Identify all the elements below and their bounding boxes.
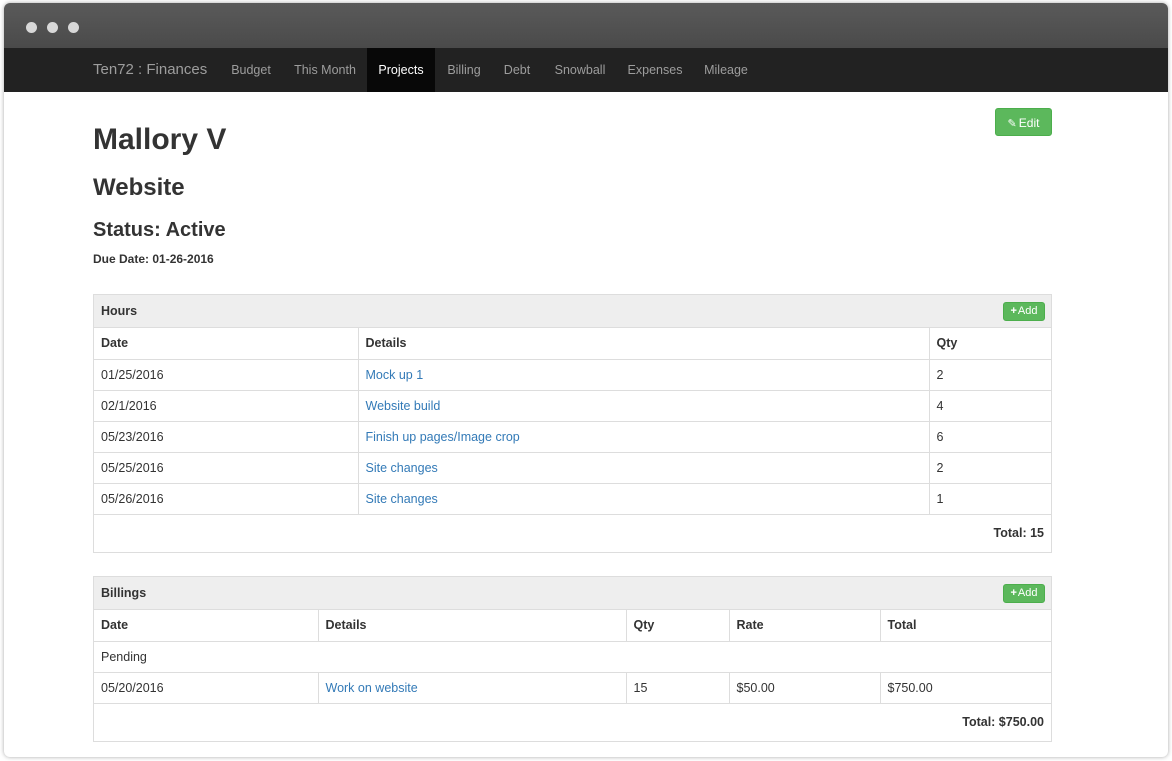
- hours-details-link[interactable]: Website build: [366, 399, 441, 413]
- hours-date-cell: 05/25/2016: [94, 451, 358, 483]
- add-billing-label: Add: [1017, 587, 1038, 599]
- window-titlebar: [4, 3, 1168, 48]
- billing-rate-cell: $50.00: [728, 671, 880, 703]
- hours-qty-cell: 4: [928, 389, 1051, 421]
- column-header-total: Total: [879, 610, 1051, 642]
- minimize-window-dot[interactable]: [47, 22, 58, 33]
- navbar-brand[interactable]: Ten72 : Finances: [93, 48, 207, 92]
- billing-total-cell: $750.00: [879, 671, 1051, 703]
- hours-details-cell: Site changes: [357, 451, 929, 483]
- hours-details-cell: Site changes: [357, 482, 929, 514]
- billing-details-link[interactable]: Work on website: [326, 681, 418, 695]
- column-header-qty: Qty: [625, 610, 729, 642]
- billing-group-label: Pending: [94, 640, 1051, 672]
- hours-date-cell: 05/23/2016: [94, 420, 358, 452]
- column-header-date: Date: [94, 328, 358, 360]
- nav-item-snowball[interactable]: Snowball: [544, 48, 616, 92]
- nav-item-debt[interactable]: Debt: [496, 48, 538, 92]
- top-navbar: Ten72 : Finances Budget This Month Proje…: [4, 48, 1168, 92]
- table-header-row: Date Details Qty Rate Total: [94, 610, 1051, 642]
- nav-item-this-month[interactable]: This Month: [284, 48, 366, 92]
- hours-qty-cell: 2: [928, 358, 1051, 390]
- column-header-qty: Qty: [928, 328, 1051, 360]
- hours-panel-title: Hours: [101, 304, 138, 318]
- table-row: 05/26/2016 Site changes 1: [94, 482, 1051, 514]
- hours-details-link[interactable]: Finish up pages/Image crop: [366, 430, 520, 444]
- hours-details-link[interactable]: Site changes: [366, 461, 438, 475]
- nav-item-expenses[interactable]: Expenses: [621, 48, 689, 92]
- hours-details-cell: Website build: [357, 389, 929, 421]
- add-billing-button[interactable]: +Add: [1003, 584, 1045, 603]
- add-hours-button[interactable]: +Add: [1003, 302, 1045, 321]
- billing-details-cell: Work on website: [317, 671, 626, 703]
- hours-date-cell: 02/1/2016: [94, 389, 358, 421]
- hours-panel: Hours +Add Date Details Qty 01/25/2016 M…: [93, 294, 1052, 553]
- column-header-details: Details: [317, 610, 626, 642]
- billings-table: Date Details Qty Rate Total Pending 05/2…: [94, 610, 1051, 741]
- plus-icon: +: [1010, 587, 1017, 599]
- client-name-heading: Mallory V: [93, 123, 227, 156]
- pencil-icon: ✎: [1007, 118, 1017, 130]
- table-row: 02/1/2016 Website build 4: [94, 389, 1051, 421]
- column-header-rate: Rate: [728, 610, 880, 642]
- project-status-heading: Status: Active: [93, 219, 226, 241]
- hours-table: Date Details Qty 01/25/2016 Mock up 1 2 …: [94, 328, 1051, 552]
- hours-date-cell: 01/25/2016: [94, 358, 358, 390]
- hours-qty-cell: 6: [928, 420, 1051, 452]
- table-header-row: Date Details Qty: [94, 328, 1051, 360]
- billings-total-row: Total: $750.00: [94, 702, 1051, 741]
- nav-item-projects[interactable]: Projects: [367, 48, 435, 92]
- project-name-heading: Website: [93, 174, 185, 201]
- table-row: 01/25/2016 Mock up 1 2: [94, 358, 1051, 390]
- plus-icon: +: [1010, 305, 1017, 317]
- due-date-label: Due Date: 01-26-2016: [93, 252, 214, 266]
- nav-item-budget[interactable]: Budget: [222, 48, 280, 92]
- column-header-details: Details: [357, 328, 929, 360]
- billings-panel-title: Billings: [101, 586, 147, 600]
- hours-date-cell: 05/26/2016: [94, 482, 358, 514]
- billing-qty-cell: 15: [625, 671, 729, 703]
- nav-item-mileage[interactable]: Mileage: [694, 48, 758, 92]
- column-header-date: Date: [94, 610, 318, 642]
- hours-qty-cell: 2: [928, 451, 1051, 483]
- table-row: 05/23/2016 Finish up pages/Image crop 6: [94, 420, 1051, 452]
- hours-details-cell: Mock up 1: [357, 358, 929, 390]
- hours-panel-heading: Hours +Add: [94, 295, 1051, 328]
- hours-details-link[interactable]: Site changes: [366, 492, 438, 506]
- close-window-dot[interactable]: [26, 22, 37, 33]
- hours-total-row: Total: 15: [94, 513, 1051, 552]
- nav-item-billing[interactable]: Billing: [437, 48, 491, 92]
- add-hours-label: Add: [1017, 305, 1038, 317]
- hours-total: Total: 15: [94, 513, 1051, 552]
- edit-button-label: Edit: [1018, 116, 1040, 130]
- hours-details-cell: Finish up pages/Image crop: [357, 420, 929, 452]
- maximize-window-dot[interactable]: [68, 22, 79, 33]
- hours-details-link[interactable]: Mock up 1: [366, 368, 424, 382]
- edit-button[interactable]: ✎ Edit: [995, 108, 1052, 136]
- hours-qty-cell: 1: [928, 482, 1051, 514]
- billings-total: Total: $750.00: [94, 702, 1051, 741]
- billing-group-row: Pending: [94, 640, 1051, 672]
- billings-panel: Billings +Add Date Details Qty Rate Tota…: [93, 576, 1052, 742]
- billing-date-cell: 05/20/2016: [94, 671, 318, 703]
- table-row: 05/20/2016 Work on website 15 $50.00 $75…: [94, 671, 1051, 703]
- table-row: 05/25/2016 Site changes 2: [94, 451, 1051, 483]
- browser-window: Ten72 : Finances Budget This Month Proje…: [4, 3, 1168, 757]
- billings-panel-heading: Billings +Add: [94, 577, 1051, 610]
